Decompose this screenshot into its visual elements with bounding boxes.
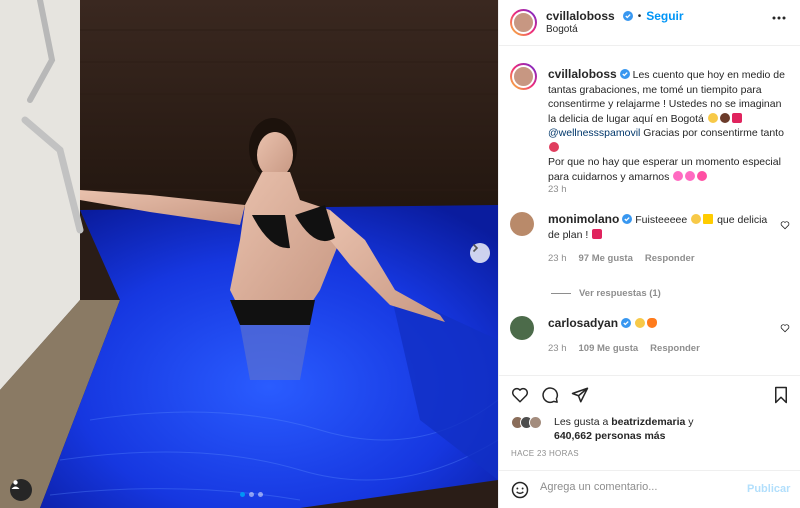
follow-button[interactable]: Seguir: [646, 9, 683, 23]
caption-mention[interactable]: @wellnessspamovil: [548, 127, 640, 139]
chevron-right-icon: [472, 243, 479, 253]
comment: monimolano Fuisteeeee que delicia de pla…: [548, 212, 770, 243]
carousel-dot: [249, 492, 254, 497]
comment-time[interactable]: 23 h: [548, 343, 567, 354]
verified-badge-icon: [622, 214, 633, 224]
carousel-dot: [258, 492, 263, 497]
comment-like-heart-icon[interactable]: [780, 323, 790, 333]
caption-avatar[interactable]: [510, 63, 537, 90]
action-bar: [499, 375, 800, 404]
comment-icon[interactable]: [541, 386, 559, 404]
carousel-dot: [240, 492, 245, 497]
heart-emoji-icon: [592, 229, 603, 239]
heart-emoji-icon: [731, 112, 742, 123]
fire-emoji-icon: [646, 318, 657, 328]
post-location[interactable]: Bogotá: [546, 24, 578, 35]
view-replies-button[interactable]: Ver respuestas (1): [551, 288, 661, 299]
comment-like-heart-icon[interactable]: [780, 220, 790, 230]
commenter-avatar[interactable]: [510, 316, 534, 340]
more-horizontal-icon[interactable]: [772, 16, 786, 20]
verified-badge-icon: [619, 69, 630, 79]
pink-heart-emoji-icon: [673, 170, 684, 181]
share-icon[interactable]: [571, 386, 589, 404]
carousel-indicator: [240, 492, 263, 497]
likes-joiner: y: [688, 416, 694, 428]
pool-photo: [0, 0, 498, 508]
reply-button[interactable]: Responder: [645, 253, 695, 264]
liked-by-user[interactable]: beatrizdemaria: [611, 416, 685, 428]
grimacing-emoji-icon: [691, 214, 702, 224]
post-header: cvillaloboss • Seguir Bogotá: [499, 0, 800, 46]
user-icon: [11, 480, 20, 489]
post-caption: cvillaloboss Les cuento que hoy en medio…: [548, 67, 792, 184]
pretzel-emoji-icon: [719, 112, 730, 123]
verified-badge-icon: [621, 318, 632, 328]
bookmark-icon[interactable]: [772, 386, 790, 404]
liked-by-avatars[interactable]: [511, 416, 542, 429]
verified-badge-icon: [622, 11, 633, 21]
comment-meta: 23 h 109 Me gusta Responder: [548, 343, 700, 354]
comment-username[interactable]: monimolano: [548, 212, 619, 226]
caption-text-2: Gracias por consentirme tanto: [643, 127, 784, 139]
author-avatar[interactable]: [510, 9, 537, 36]
zap-emoji-icon: [703, 214, 714, 224]
two-hearts-emoji-icon: [685, 170, 696, 181]
comment: carlosadyan: [548, 316, 770, 332]
caption-time[interactable]: 23 h: [548, 184, 567, 195]
comment-text: Fuisteeeee: [635, 214, 688, 226]
caption-text-3: Por que no hay que esperar un momento es…: [548, 156, 781, 183]
heart-eyes-emoji-icon: [634, 318, 645, 328]
post-sidebar: cvillaloboss • Seguir Bogotá cvillalobos…: [498, 0, 800, 508]
author-username[interactable]: cvillaloboss: [546, 9, 615, 23]
commenter-avatar[interactable]: [510, 212, 534, 236]
reply-button[interactable]: Responder: [650, 343, 700, 354]
heart-icon[interactable]: [511, 386, 529, 404]
likes-count[interactable]: 640,662 personas más: [554, 430, 666, 442]
likes-prefix: Les gusta a: [554, 416, 609, 428]
comment-input[interactable]: [540, 481, 740, 493]
comment-likes[interactable]: 97 Me gusta: [579, 253, 633, 264]
comment-time[interactable]: 23 h: [548, 253, 567, 264]
comment-likes[interactable]: 109 Me gusta: [579, 343, 639, 354]
next-slide-button[interactable]: [470, 243, 490, 263]
publish-button[interactable]: Publicar: [747, 483, 790, 495]
view-replies-label: Ver respuestas (1): [579, 288, 661, 299]
comment-meta: 23 h 97 Me gusta Responder: [548, 253, 695, 264]
hibiscus-emoji-icon: [549, 141, 559, 152]
caption-username[interactable]: cvillaloboss: [548, 67, 617, 81]
likes-summary: Les gusta a beatrizdemaria y 640,662 per…: [554, 415, 694, 443]
comment-username[interactable]: carlosadyan: [548, 316, 618, 330]
post-timestamp[interactable]: HACE 23 HORAS: [511, 449, 579, 458]
smiley-icon[interactable]: [511, 481, 529, 499]
comment-form: Publicar: [499, 470, 800, 508]
tagged-users-button[interactable]: [10, 479, 32, 501]
grinning-cat-emoji-icon: [707, 112, 718, 123]
separator: •: [637, 10, 642, 22]
heart-arrow-emoji-icon: [697, 170, 708, 181]
post-image[interactable]: [0, 0, 498, 508]
